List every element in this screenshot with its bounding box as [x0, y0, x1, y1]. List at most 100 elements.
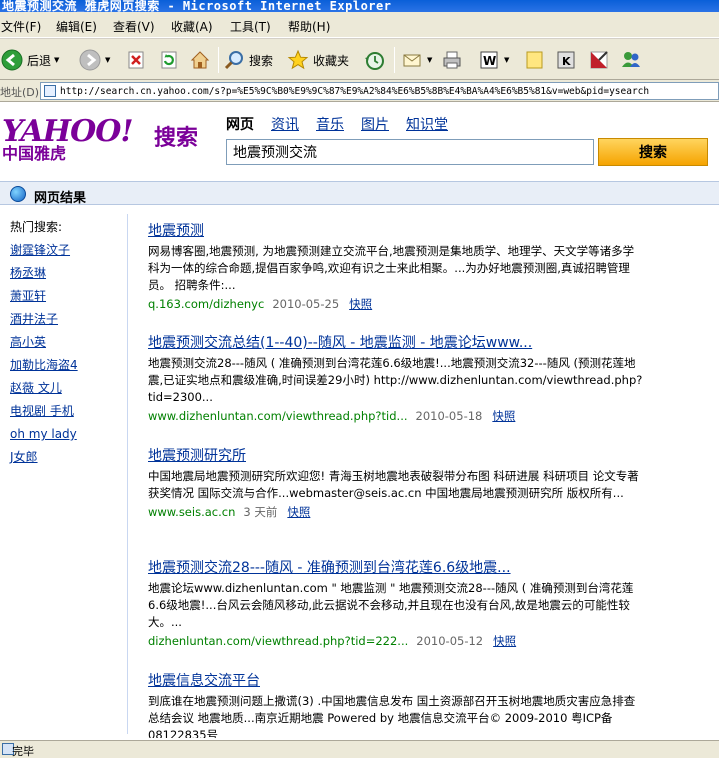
result-cache-link[interactable]: 快照 [349, 297, 372, 311]
sidebar-item[interactable]: oh my lady [10, 427, 120, 450]
result-snippet: 网易博客圈,地震预测, 为地震预测建立交流平台,地震预测是集地质学、地理学、天文… [148, 244, 635, 292]
result-title-link[interactable]: 地震信息交流平台 [148, 670, 648, 690]
sidebar-item[interactable]: 电视剧 手机 [10, 404, 120, 427]
toolbar-separator [394, 47, 395, 73]
menu-help[interactable]: 帮助(H) [288, 18, 330, 35]
result-cache-link[interactable]: 快照 [493, 634, 516, 648]
globe-icon [10, 186, 26, 202]
result-meta: www.dizhenluntan.com/viewthread.php?tid.… [148, 408, 648, 424]
refresh-button[interactable] [157, 46, 181, 74]
result-cache-link[interactable]: 快照 [287, 505, 310, 519]
menu-view[interactable]: 查看(V) [113, 18, 155, 35]
address-url: http://search.cn.yahoo.com/s?p=%E5%9C%B0… [60, 85, 650, 97]
menu-tools[interactable]: 工具(T) [230, 18, 271, 35]
history-clock-icon [362, 48, 386, 72]
k-icon: K [554, 48, 578, 72]
sidebar-item[interactable]: J女郎 [10, 450, 120, 473]
tab-news[interactable]: 资讯 [271, 114, 299, 134]
result-cache-link[interactable]: 快照 [492, 409, 515, 423]
tab-music[interactable]: 音乐 [316, 114, 344, 134]
sidebar-item[interactable]: 萧亚轩 [10, 289, 120, 312]
flag-button[interactable] [587, 46, 611, 74]
sidebar-divider [127, 214, 128, 734]
favorites-label: 收藏夹 [313, 53, 350, 68]
tab-web[interactable]: 网页 [226, 114, 254, 134]
results-header: 网页结果 [0, 181, 719, 206]
result-title-link[interactable]: 地震预测交流28---随风 - 准确预测到台湾花莲6.6级地震... [148, 557, 648, 577]
mail-icon [400, 48, 424, 72]
print-button[interactable] [440, 46, 464, 74]
page-icon [44, 85, 56, 97]
sidebar-item[interactable]: 高小英 [10, 335, 120, 358]
result-date: 2010-05-18 [415, 409, 483, 423]
result-snippet: 中国地震局地震预测研究所欢迎您! 青海玉树地震地表破裂带分布图 科研进展 科研项… [148, 469, 639, 500]
result-meta: www.seis.ac.cn 3 天前 快照 [148, 504, 648, 520]
search-label: 搜索 [249, 53, 274, 68]
home-icon [188, 48, 212, 72]
stop-icon [124, 48, 148, 72]
address-input[interactable]: http://search.cn.yahoo.com/s?p=%E5%9C%B0… [40, 82, 719, 100]
note-button[interactable] [522, 46, 546, 74]
search-submit-button[interactable]: 搜索 [598, 138, 708, 166]
forward-arrow-icon [78, 48, 102, 72]
logo-search-text: 搜索 [154, 126, 199, 151]
k-button[interactable]: K [554, 46, 578, 74]
chevron-down-icon[interactable]: ▼ [427, 56, 432, 64]
tab-knowledge[interactable]: 知识堂 [406, 114, 448, 134]
result-snippet: 地震预测交流28---随风 ( 准确预测到台湾花莲6.6级地震!...地震预测交… [148, 356, 643, 404]
result-snippet: 到底谁在地震预测问题上撒谎(3) .中国地震信息发布 国土资源部召开玉树地震地质… [148, 694, 636, 738]
messenger-button[interactable] [619, 46, 643, 74]
forward-button[interactable]: ▼ [78, 46, 110, 74]
result-title-link[interactable]: 地震预测 [148, 220, 648, 240]
chevron-down-icon[interactable]: ▼ [105, 56, 110, 64]
hot-searches-sidebar: 热门搜索: 谢霆锋汶子 杨丞琳 萧亚轩 酒井法子 高小英 加勒比海盗4 赵薇 文… [10, 220, 120, 473]
word-icon: W [477, 48, 501, 72]
result-title-link[interactable]: 地震预测研究所 [148, 445, 648, 465]
search-result: 地震预测交流总结(1--40)--随风 - 地震监测 - 地震论坛www... … [148, 332, 648, 424]
sidebar-item[interactable]: 杨丞琳 [10, 266, 120, 289]
result-meta: q.163.com/dizhenyc 2010-05-25 快照 [148, 296, 648, 312]
back-button[interactable]: 后退 ▼ [0, 46, 59, 74]
yahoo-logo[interactable]: YAHOO! 中国雅虎 搜索 [2, 114, 198, 163]
favorites-button[interactable]: 收藏夹 [286, 46, 349, 74]
hot-searches-heading: 热门搜索: [10, 220, 63, 234]
stop-button[interactable] [124, 46, 148, 74]
search-result: 地震预测研究所 中国地震局地震预测研究所欢迎您! 青海玉树地震地表破裂带分布图 … [148, 445, 648, 520]
result-title-link[interactable]: 地震预测交流总结(1--40)--随风 - 地震监测 - 地震论坛www... [148, 332, 648, 352]
history-button[interactable] [362, 46, 386, 74]
search-input[interactable] [226, 139, 594, 165]
search-vertical-tabs: 网页 资讯 音乐 图片 知识堂 [226, 114, 465, 134]
status-text: 完毕 [12, 745, 34, 758]
result-meta: dizhenluntan.com/viewthread.php?tid=222.… [148, 633, 648, 649]
sidebar-item[interactable]: 酒井法子 [10, 312, 120, 335]
sidebar-item[interactable]: 赵薇 文儿 [10, 381, 120, 404]
results-header-title: 网页结果 [34, 191, 87, 206]
back-arrow-icon [0, 48, 24, 72]
people-icon [619, 48, 643, 72]
menu-edit[interactable]: 编辑(E) [56, 18, 97, 35]
star-icon [286, 48, 310, 72]
home-button[interactable] [188, 46, 212, 74]
result-date: 2010-05-25 [272, 297, 340, 311]
sidebar-item[interactable]: 谢霆锋汶子 [10, 243, 120, 266]
logo-cn-text: 中国雅虎 [2, 144, 67, 163]
tab-images[interactable]: 图片 [361, 114, 389, 134]
window-title-bar[interactable]: 地震预测交流_雅虎网页搜索 - Microsoft Internet Explo… [0, 0, 719, 12]
search-result: 地震预测交流28---随风 - 准确预测到台湾花莲6.6级地震... 地震论坛w… [148, 557, 648, 649]
mail-button[interactable]: ▼ [400, 46, 432, 74]
search-result: 地震信息交流平台 到底谁在地震预测问题上撒谎(3) .中国地震信息发布 国土资源… [148, 670, 648, 738]
svg-text:K: K [562, 55, 571, 68]
sidebar-item[interactable]: 加勒比海盗4 [10, 358, 120, 381]
refresh-icon [157, 48, 181, 72]
chevron-down-icon[interactable]: ▼ [54, 56, 59, 64]
edit-button[interactable]: W ▼ [477, 46, 509, 74]
back-label: 后退 [27, 53, 52, 68]
chevron-down-icon[interactable]: ▼ [504, 56, 509, 64]
address-label: 地址(D) [0, 86, 40, 99]
result-date: 2010-05-12 [416, 634, 484, 648]
menu-file[interactable]: 文件(F) [1, 18, 41, 35]
menu-favorites[interactable]: 收藏(A) [171, 18, 213, 35]
search-result: 地震预测 网易博客圈,地震预测, 为地震预测建立交流平台,地震预测是集地质学、地… [148, 220, 648, 312]
window-title: 地震预测交流_雅虎网页搜索 - Microsoft Internet Explo… [2, 0, 392, 12]
search-button[interactable]: 搜索 [222, 46, 273, 74]
